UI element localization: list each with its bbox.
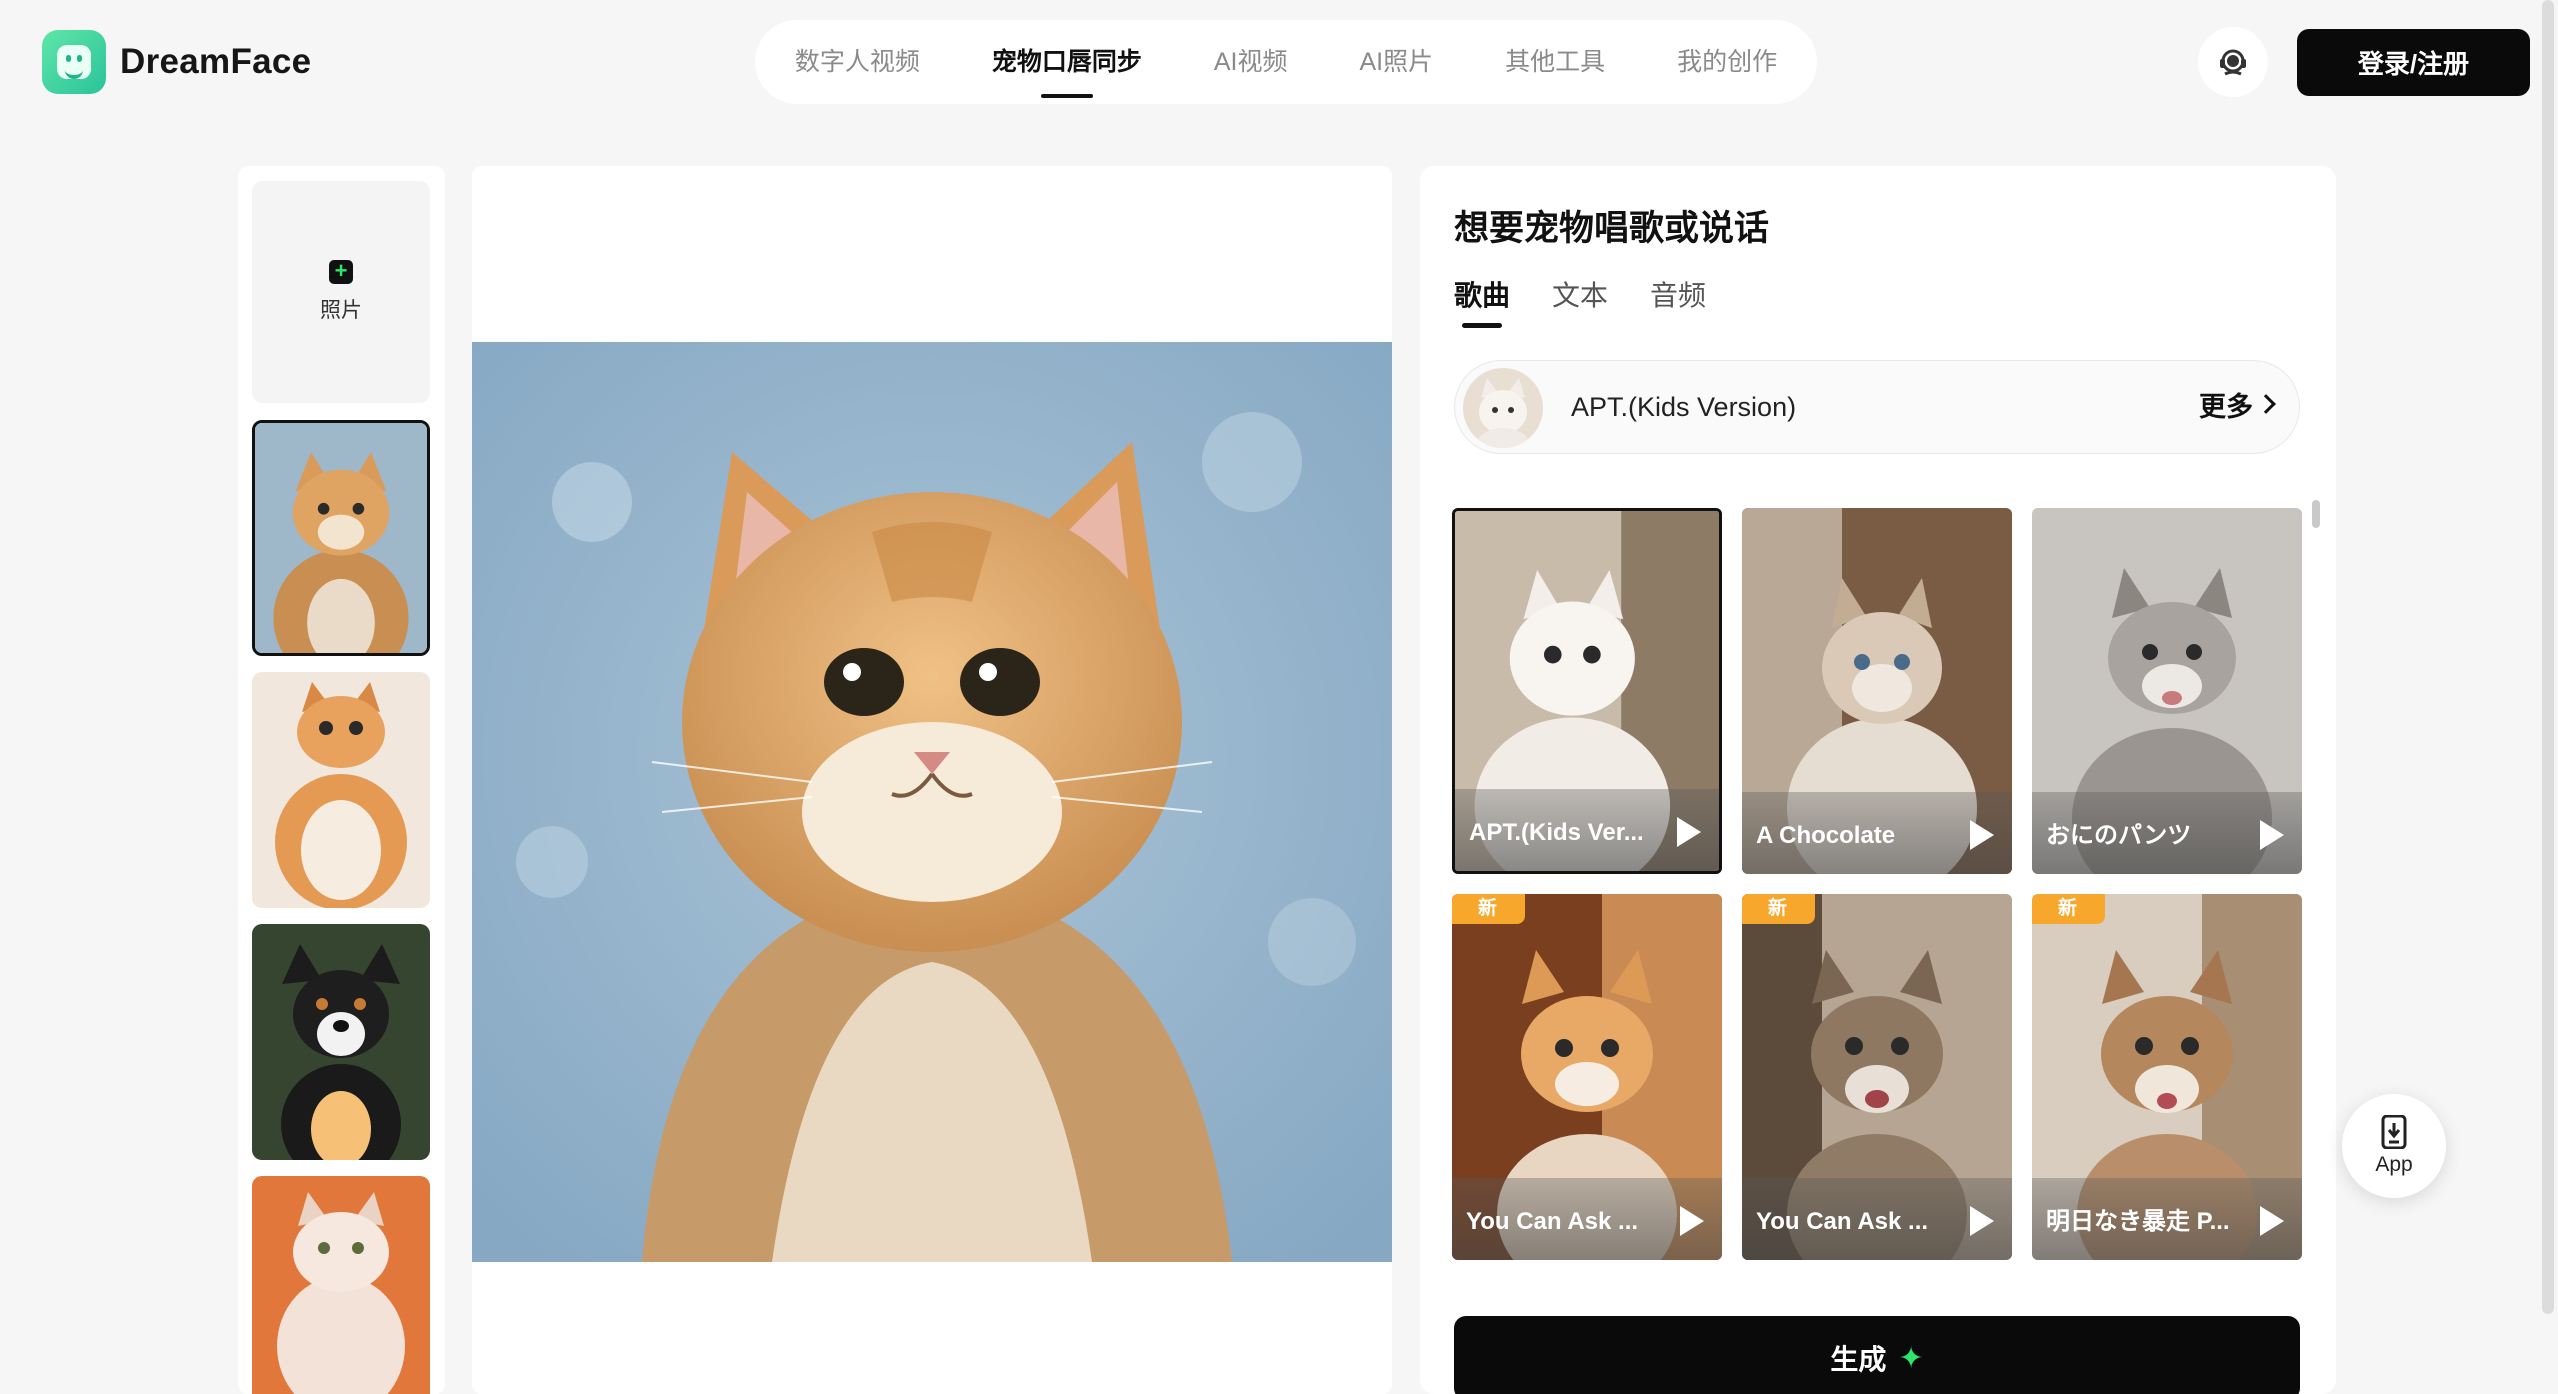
song-card-title: You Can Ask ... (1756, 1208, 1929, 1235)
plus-icon: + (329, 260, 353, 284)
song-card[interactable]: 新 明日なき暴走 P... (2032, 894, 2302, 1260)
panel-title: 想要宠物唱歌或说话 (1454, 209, 1770, 248)
thumbnail-fluffy-cat[interactable] (252, 1176, 430, 1394)
current-song-avatar (1463, 368, 1543, 448)
main-nav: 数字人视频 宠物口唇同步 AI视频 AI照片 其他工具 我的创作 (755, 20, 1817, 104)
song-card-title: APT.(Kids Ver... (1469, 819, 1644, 846)
song-card-title: 明日なき暴走 P... (2046, 1208, 2230, 1235)
song-card[interactable]: A Chocolate (1742, 508, 2012, 874)
nav-item-pet-lip-sync[interactable]: 宠物口唇同步 (956, 20, 1178, 104)
nav-item-ai-photo[interactable]: AI照片 (1324, 20, 1470, 104)
song-card[interactable]: 新 You Can Ask ... (1742, 894, 2012, 1260)
nav-item-digital-human-video[interactable]: 数字人视频 (759, 20, 956, 104)
nav-item-ai-video[interactable]: AI视频 (1178, 20, 1324, 104)
thumbnail-chubby-cat[interactable] (252, 672, 430, 908)
photo-sidebar: + 照片 (238, 166, 445, 1394)
generate-label: 生成 (1830, 1344, 1887, 1375)
upload-label: 照片 (320, 299, 362, 322)
page-scrollbar[interactable] (2542, 0, 2554, 1314)
play-icon[interactable] (1680, 1206, 1704, 1236)
nav-item-other-tools[interactable]: 其他工具 (1469, 20, 1641, 104)
more-songs-link[interactable]: 更多 (2199, 361, 2253, 453)
input-mode-tabs: 歌曲 文本 音频 (1454, 274, 1706, 328)
song-card[interactable]: 新 You Can Ask ... (1452, 894, 1722, 1260)
song-panel: 想要宠物唱歌或说话 歌曲 文本 音频 APT.(Kids Version) 更多 (1420, 166, 2336, 1394)
song-card-title: A Chocolate (1756, 822, 1896, 849)
current-song-name: APT.(Kids Version) (1571, 392, 1797, 422)
download-app-button[interactable]: App (2342, 1094, 2446, 1198)
song-card[interactable]: APT.(Kids Ver... (1452, 508, 1722, 874)
brand-logo[interactable]: DreamFace (42, 30, 311, 94)
logo-icon (42, 30, 106, 94)
app-label: App (2375, 1153, 2413, 1176)
thumbnail-puppy[interactable] (252, 924, 430, 1160)
song-card-title: おにのパンツ (2046, 822, 2192, 849)
song-card-title: You Can Ask ... (1466, 1208, 1639, 1235)
sparkle-icon: ✦ (1898, 1341, 1924, 1375)
tab-text[interactable]: 文本 (1552, 274, 1608, 328)
play-icon[interactable] (1677, 817, 1701, 847)
nav-item-my-creations[interactable]: 我的创作 (1641, 20, 1813, 104)
login-register-button[interactable]: 登录/注册 (2297, 29, 2530, 96)
tab-audio[interactable]: 音频 (1650, 274, 1706, 328)
play-icon[interactable] (1970, 1206, 1994, 1236)
chevron-right-icon (2256, 394, 2276, 414)
phone-download-icon (2381, 1115, 2407, 1149)
upload-photo-button[interactable]: + 照片 (252, 181, 430, 403)
song-card[interactable]: おにのパンツ (2032, 508, 2302, 874)
current-song-bar[interactable]: APT.(Kids Version) 更多 (1454, 360, 2300, 454)
play-icon[interactable] (2260, 820, 2284, 850)
play-icon[interactable] (2260, 1206, 2284, 1236)
headset-icon (2220, 49, 2246, 76)
brand-name: DreamFace (120, 42, 312, 81)
support-button[interactable] (2198, 27, 2268, 97)
song-grid-scrollbar[interactable] (2312, 500, 2320, 528)
preview-area (472, 166, 1392, 1394)
new-badge: 新 (1452, 894, 1525, 924)
tab-songs[interactable]: 歌曲 (1454, 274, 1510, 328)
thumbnail-orange-cat[interactable] (252, 420, 430, 656)
preview-image (472, 342, 1392, 1262)
new-badge: 新 (2032, 894, 2105, 924)
new-badge: 新 (1742, 894, 1815, 924)
play-icon[interactable] (1970, 820, 1994, 850)
generate-button[interactable]: 生成 ✦ (1454, 1316, 2300, 1394)
